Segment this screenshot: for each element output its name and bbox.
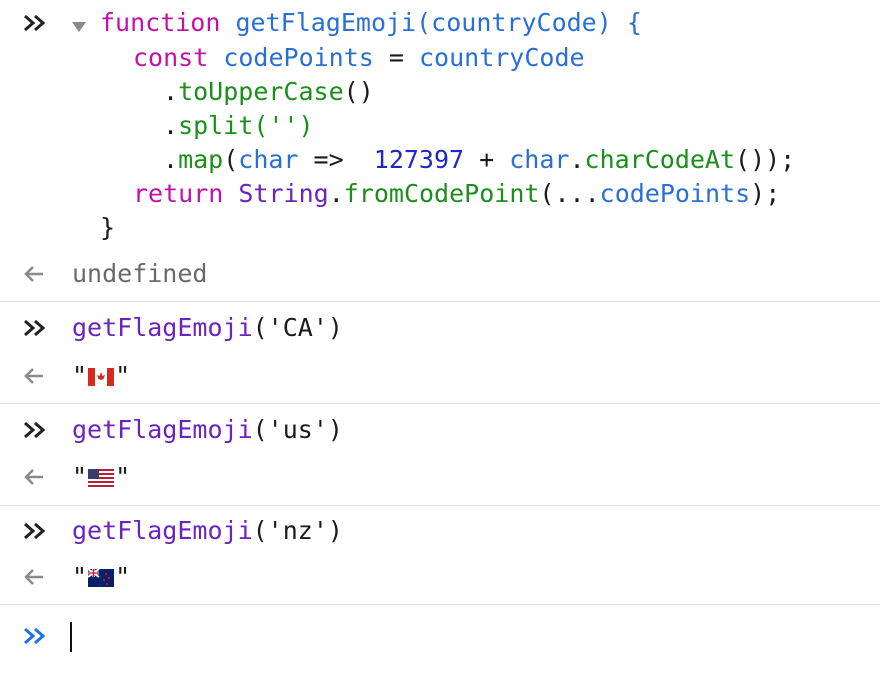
code-line-4: .split('') <box>163 111 314 140</box>
code-line-6: return String.fromCodePoint(...codePoint… <box>133 179 781 208</box>
console-input-us[interactable]: getFlagEmoji('us') <box>72 413 343 447</box>
code-line-5: .map(char => 127397 + char.charCodeAt())… <box>163 145 796 174</box>
result-arrow-icon <box>22 359 52 393</box>
separator <box>0 403 880 404</box>
input-prompt-icon <box>22 413 52 447</box>
separator <box>0 505 880 506</box>
input-prompt-icon <box>22 311 52 345</box>
result-arrow-icon <box>22 257 52 291</box>
devtools-console: function getFlagEmoji(countryCode) { con… <box>0 0 880 680</box>
canada-flag-icon <box>88 361 115 386</box>
collapse-triangle-icon[interactable] <box>70 10 88 44</box>
result-undefined: undefined <box>72 259 208 288</box>
code-line-7: } <box>100 213 116 242</box>
console-input-nz[interactable]: getFlagEmoji('nz') <box>72 514 343 548</box>
input-prompt-icon <box>22 514 52 548</box>
console-result-us: " " <box>72 462 131 491</box>
console-result-ca: " " <box>72 361 131 390</box>
separator <box>0 301 880 302</box>
nz-flag-icon <box>87 562 115 587</box>
result-arrow-icon <box>22 460 52 494</box>
code-line-1: function getFlagEmoji(countryCode) { <box>100 8 642 37</box>
active-prompt-icon <box>22 619 52 653</box>
console-result-nz: " " <box>72 562 131 591</box>
console-input-ca[interactable]: getFlagEmoji('CA') <box>72 311 343 345</box>
result-arrow-icon <box>22 560 52 594</box>
separator <box>0 604 880 605</box>
code-line-2: const codePoints = countryCode <box>133 43 585 72</box>
usa-flag-icon <box>88 462 115 487</box>
input-prompt-icon <box>22 6 52 40</box>
code-line-3: .toUpperCase() <box>163 77 374 106</box>
console-input-field[interactable] <box>70 622 72 652</box>
